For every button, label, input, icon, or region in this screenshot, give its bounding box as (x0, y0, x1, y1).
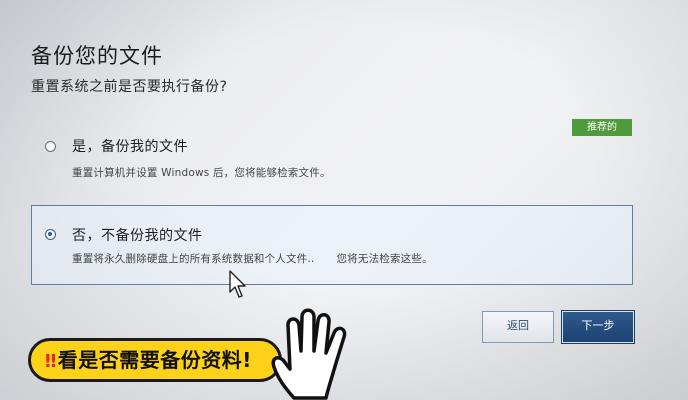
option-no-backup-description: 重置将永久删除硬盘上的所有系统数据和个人文件.. 您将无法检索这些。 (72, 251, 433, 266)
radio-button-no-backup[interactable] (45, 229, 56, 240)
recommended-badge: 推荐的 (572, 119, 632, 136)
caption-text: 看是否需要备份资料! (57, 348, 252, 372)
option-backup-label: 是，备份我的文件 (72, 139, 188, 155)
pointing-hand-icon (271, 308, 347, 400)
option-no-backup-description-part1: 重置将永久删除硬盘上的所有系统数据和个人文件.. (72, 253, 315, 265)
caption-banner: ‼看是否需要备份资料! (28, 338, 282, 382)
radio-button-backup[interactable] (45, 141, 56, 152)
mouse-pointer-icon (229, 270, 246, 298)
back-button[interactable]: 返回 (482, 311, 554, 343)
radio-selected-dot (48, 232, 52, 236)
option-no-backup-description-part2: 您将无法检索这些。 (336, 253, 433, 265)
next-button[interactable]: 下一步 (561, 310, 635, 344)
option-no-backup-label: 否，不备份我的文件 (72, 228, 203, 244)
dialog-question: 重置系统之前是否要执行备份? (31, 79, 228, 95)
option-no-backup[interactable]: 否，不备份我的文件 重置将永久删除硬盘上的所有系统数据和个人文件.. 您将无法检索… (31, 205, 633, 285)
option-backup-description: 重置计算机并设置 Windows 后，您将能够检索文件。 (72, 167, 331, 179)
option-backup-files[interactable]: 是，备份我的文件 重置计算机并设置 Windows 后，您将能够检索文件。 (31, 116, 633, 192)
caption-exclamation: ‼ (45, 351, 57, 372)
dialog-title: 备份您的文件 (31, 44, 163, 68)
